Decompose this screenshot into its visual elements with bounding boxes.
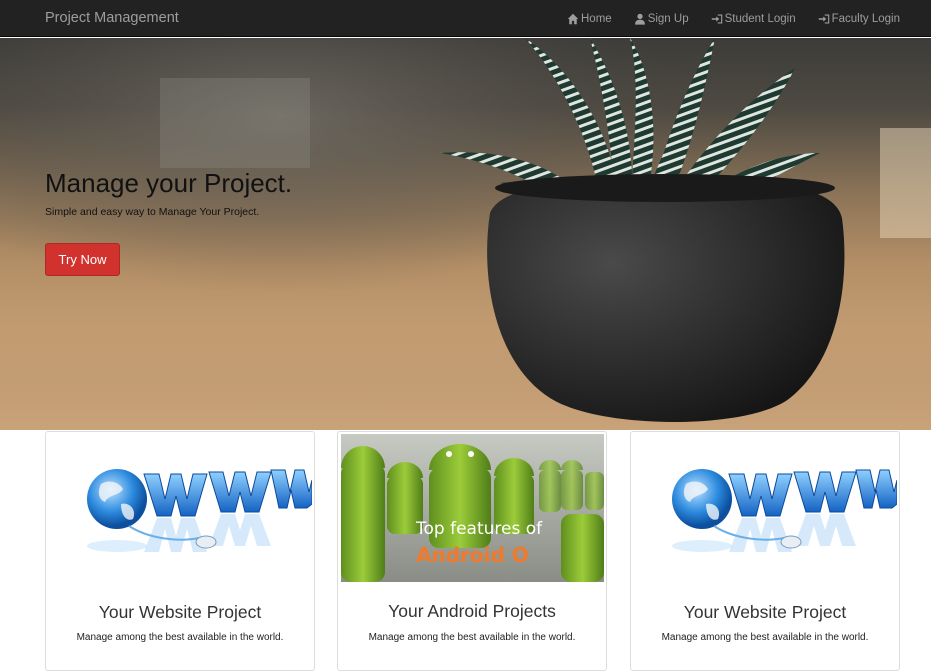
android-image: Top features of Android O — [341, 434, 604, 582]
nav-student-login-label: Student Login — [724, 12, 796, 25]
nav-signup-link[interactable]: Sign Up — [634, 13, 689, 25]
android-caption-line2: Android O — [416, 543, 529, 567]
hero-subtitle: Simple and easy way to Manage Your Proje… — [45, 206, 260, 218]
hero-title: Manage your Project. — [45, 168, 293, 198]
plant-pot-image — [0, 38, 931, 430]
website-project-card: Your Website Project Manage among the be… — [630, 431, 900, 671]
nav-faculty-login-link[interactable]: Faculty Login — [818, 13, 900, 25]
nav-signup-label: Sign Up — [647, 12, 689, 25]
website-project-card: Your Website Project Manage among the be… — [45, 431, 315, 671]
nav-home-label: Home — [581, 12, 612, 25]
card-text: Manage among the best available in the w… — [368, 632, 576, 643]
user-icon — [634, 13, 645, 25]
card-title: Your Android Projects — [388, 601, 556, 621]
android-caption-line1: Top features of — [415, 519, 543, 539]
card-text: Manage among the best available in the w… — [76, 632, 284, 643]
navbar: Project Management Home Sign Up Student … — [0, 0, 931, 37]
hero-carousel: Manage your Project. Simple and easy way… — [0, 38, 931, 430]
nav-faculty-login-label: Faculty Login — [831, 12, 900, 25]
brand-link[interactable]: Project Management — [45, 10, 179, 26]
www-globe-image — [49, 434, 312, 582]
android-project-card: Top features of Android O Your Android P… — [337, 431, 607, 671]
card-title: Your Website Project — [683, 602, 847, 622]
try-now-button[interactable]: Try Now — [45, 243, 120, 276]
nav-links: Home Sign Up Student Login Faculty Login — [545, 0, 900, 37]
www-globe-image — [634, 434, 897, 582]
login-icon — [818, 14, 829, 23]
card-title: Your Website Project — [98, 602, 262, 622]
card-text: Manage among the best available in the w… — [661, 632, 869, 643]
home-icon — [567, 13, 579, 24]
nav-student-login-link[interactable]: Student Login — [711, 13, 796, 25]
login-icon — [711, 14, 722, 23]
nav-home-link[interactable]: Home — [567, 13, 612, 25]
